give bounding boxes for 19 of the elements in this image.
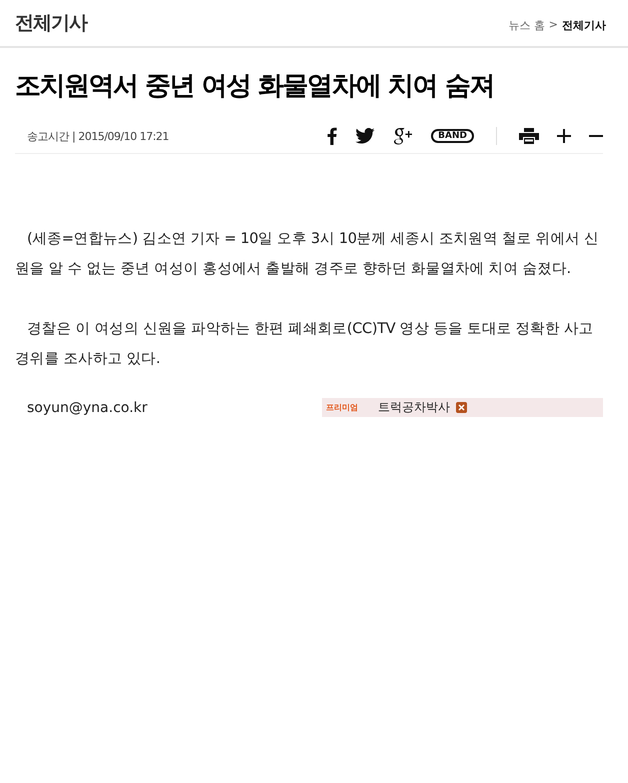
facebook-icon[interactable] (327, 127, 338, 145)
plus-icon[interactable] (557, 129, 571, 143)
breadcrumb-link[interactable]: 전체기사 (562, 18, 606, 32)
sent-time: 송고시간 | 2015/09/10 17:21 (27, 128, 169, 144)
ad-banner[interactable]: 프리미엄 트럭공차박사 (322, 398, 603, 417)
reporter-email: soyun@yna.co.kr (26, 400, 148, 416)
article-paragraph: (세종=연합뉴스) 김소연 기자 = 10일 오후 3시 10분께 세종시 조치원역 철로 위에서 신원을 알 수 없는 중년 여성이 홍성에서 출발해 경주로 향하던 화물열차에 치여 숨졌다. (15, 230, 600, 279)
ad-text: 트럭공차박사 (378, 399, 450, 416)
headline: 조치원역서 중년 여성 화물열차에 치여 숨져 (15, 70, 495, 103)
section-title: 전체기사 (15, 11, 87, 36)
close-icon[interactable] (456, 402, 467, 413)
google-plus-icon[interactable] (393, 127, 414, 145)
breadcrumb-link[interactable]: 뉴스 홈 (508, 18, 545, 32)
band-button[interactable]: BAND (431, 129, 474, 143)
article-paragraph: 경찰은 이 여성의 신원을 파악하는 한편 폐쇄회로(CC)TV 영상 등을 토대로 정확한 사고 경위를 조사하고 있다. (15, 320, 594, 369)
bird-icon[interactable] (355, 128, 376, 144)
printer-icon[interactable] (519, 128, 539, 144)
breadcrumb-link[interactable]: > (548, 18, 558, 32)
premium-label: 프리미엄 (325, 402, 358, 413)
